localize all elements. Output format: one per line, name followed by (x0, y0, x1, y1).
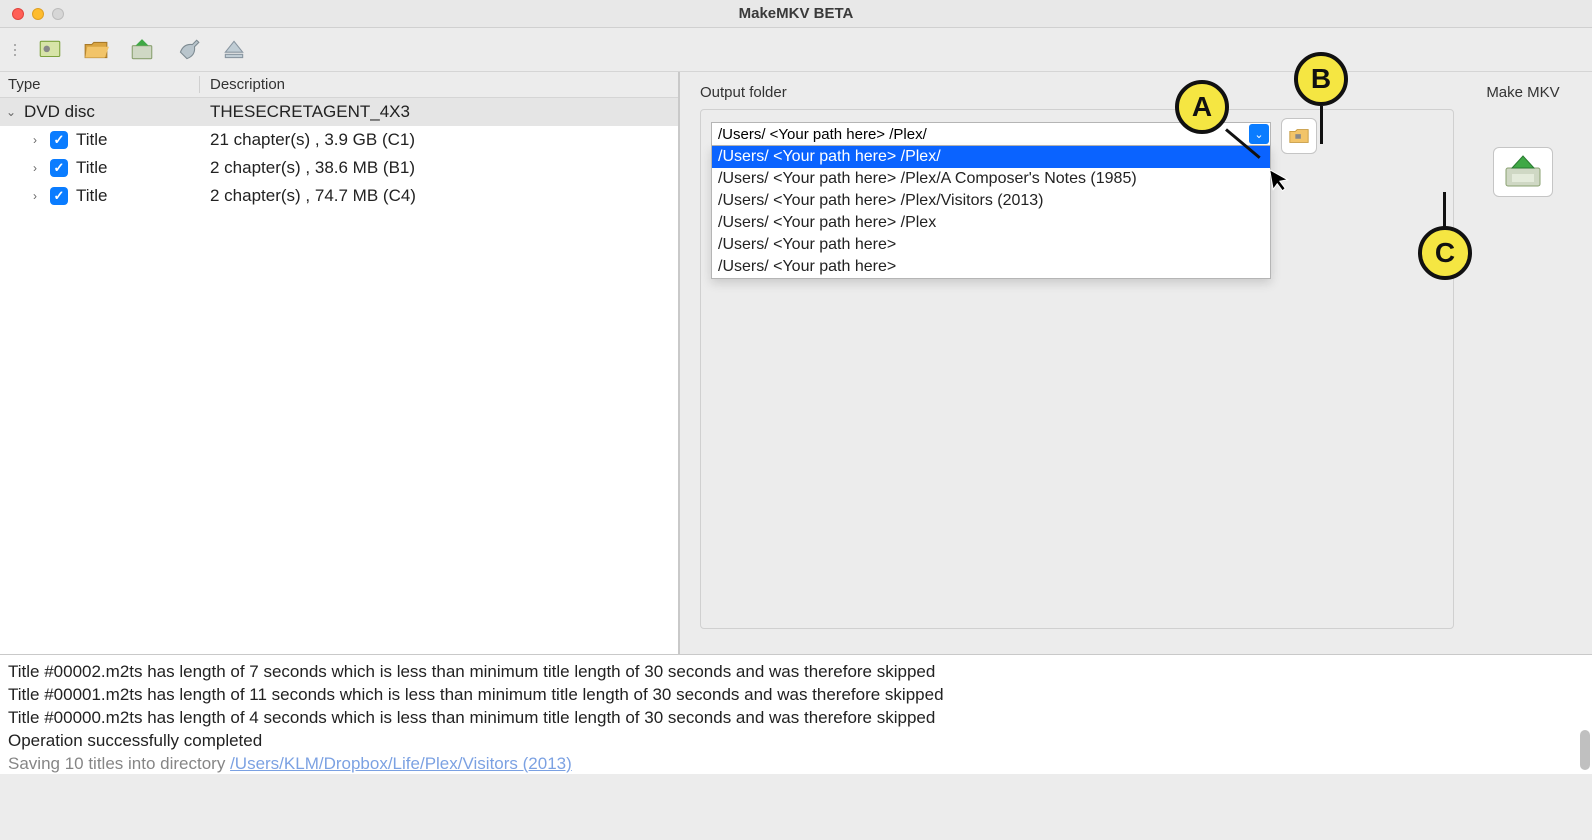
tree-item-desc: 2 chapter(s) , 74.7 MB (C4) (200, 186, 678, 206)
right-panel: Output folder ⌄ /Users/ <Your path here>… (680, 72, 1592, 654)
tree-header-type[interactable]: Type (0, 76, 200, 93)
open-source-button[interactable] (36, 36, 64, 64)
tree-item-row[interactable]: › ✓ Title 2 chapter(s) , 74.7 MB (C4) (0, 182, 678, 210)
log-line: Title #00001.m2ts has length of 11 secon… (8, 684, 1584, 707)
log-line: Title #00002.m2ts has length of 7 second… (8, 661, 1584, 684)
tree-header: Type Description (0, 72, 678, 98)
log-line: Title #00000.m2ts has length of 4 second… (8, 707, 1584, 730)
dropdown-item[interactable]: /Users/ <Your path here> /Plex/ (712, 146, 1270, 168)
chevron-right-icon[interactable]: › (28, 161, 42, 175)
close-window-button[interactable] (12, 8, 24, 20)
bottom-strip (0, 774, 1592, 840)
dropdown-item[interactable]: /Users/ <Your path here> (712, 256, 1270, 278)
annotation-badge-b: B (1294, 52, 1348, 106)
folder-icon (1288, 125, 1310, 147)
log-link[interactable]: /Users/KLM/Dropbox/Life/Plex/Visitors (2… (230, 754, 572, 773)
annotation-line (1320, 106, 1323, 144)
chevron-down-icon[interactable]: ⌄ (4, 105, 18, 119)
eject-button[interactable] (220, 36, 248, 64)
dropdown-item[interactable]: /Users/ <Your path here> /Plex/A Compose… (712, 168, 1270, 190)
tree-item-type: Title (76, 186, 108, 206)
browse-output-folder-button[interactable] (1281, 118, 1317, 154)
title-checkbox[interactable]: ✓ (50, 131, 68, 149)
title-checkbox[interactable]: ✓ (50, 159, 68, 177)
make-mkv-button[interactable] (1493, 147, 1553, 197)
tree-header-description[interactable]: Description (200, 76, 678, 93)
save-to-disc-button[interactable] (128, 36, 156, 64)
log-line-partial: Saving 10 titles into directory (8, 754, 230, 773)
tree-item-type: Title (76, 158, 108, 178)
settings-button[interactable] (174, 36, 202, 64)
annotation-badge-c: C (1418, 226, 1472, 280)
traffic-lights (0, 8, 64, 20)
open-folder-button[interactable] (82, 36, 110, 64)
titles-tree-panel: Type Description ⌄ DVD disc THESECRETAGE… (0, 72, 680, 654)
minimize-window-button[interactable] (32, 8, 44, 20)
annotation-badge-a: A (1175, 80, 1229, 134)
output-folder-dropdown-button[interactable]: ⌄ (1249, 124, 1269, 144)
tree-item-desc: 2 chapter(s) , 38.6 MB (B1) (200, 158, 678, 178)
log-area[interactable]: Title #00002.m2ts has length of 7 second… (0, 654, 1592, 774)
output-folder-dropdown[interactable]: /Users/ <Your path here> /Plex/ /Users/ … (711, 146, 1271, 279)
chevron-down-icon: ⌄ (1254, 128, 1263, 141)
maximize-window-button[interactable] (52, 8, 64, 20)
dropdown-item[interactable]: /Users/ <Your path here> (712, 234, 1270, 256)
log-line: Operation successfully completed (8, 730, 1584, 753)
dropdown-item[interactable]: /Users/ <Your path here> /Plex (712, 212, 1270, 234)
title-checkbox[interactable]: ✓ (50, 187, 68, 205)
make-mkv-label: Make MKV (1468, 84, 1578, 101)
log-scrollbar[interactable] (1576, 659, 1590, 770)
tree-item-row[interactable]: › ✓ Title 2 chapter(s) , 38.6 MB (B1) (0, 154, 678, 182)
annotation-line (1443, 192, 1446, 228)
tree-item-type: Title (76, 130, 108, 150)
chevron-right-icon[interactable]: › (28, 189, 42, 203)
toolbar-grip (14, 44, 16, 56)
save-disc-icon (1502, 154, 1544, 190)
tree-root-row[interactable]: ⌄ DVD disc THESECRETAGENT_4X3 (0, 98, 678, 126)
tree-body[interactable]: ⌄ DVD disc THESECRETAGENT_4X3 › ✓ Title … (0, 98, 678, 654)
log-scrollbar-thumb[interactable] (1580, 730, 1590, 770)
chevron-right-icon[interactable]: › (28, 133, 42, 147)
tree-item-desc: 21 chapter(s) , 3.9 GB (C1) (200, 130, 678, 150)
window-title: MakeMKV BETA (739, 5, 854, 22)
dropdown-item[interactable]: /Users/ <Your path here> /Plex/Visitors … (712, 190, 1270, 212)
output-frame: ⌄ /Users/ <Your path here> /Plex/ /Users… (700, 109, 1454, 629)
tree-root-desc: THESECRETAGENT_4X3 (200, 102, 678, 122)
main-area: Type Description ⌄ DVD disc THESECRETAGE… (0, 72, 1592, 654)
tree-root-type: DVD disc (24, 102, 95, 122)
tree-item-row[interactable]: › ✓ Title 21 chapter(s) , 3.9 GB (C1) (0, 126, 678, 154)
toolbar (0, 28, 1592, 72)
titlebar: MakeMKV BETA (0, 0, 1592, 28)
